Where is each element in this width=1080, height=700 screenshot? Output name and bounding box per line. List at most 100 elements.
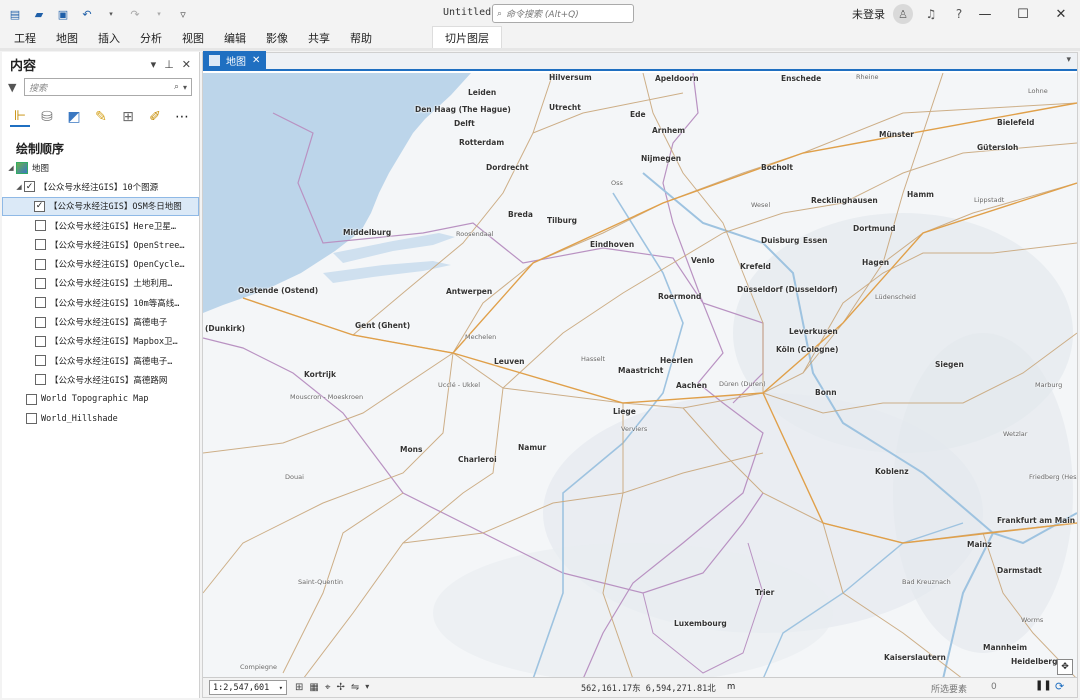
layer-row[interactable]: 【公众号水经注GIS】Here卫星… <box>2 216 199 235</box>
redo-icon[interactable]: ↷ <box>126 5 144 23</box>
chevron-down-icon[interactable]: ▾ <box>365 682 369 693</box>
maximize-icon[interactable]: ☐ <box>1004 0 1042 28</box>
visibility-checkbox[interactable] <box>35 374 46 386</box>
tab-analysis[interactable]: 分析 <box>130 28 172 48</box>
city-label: Bielefeld <box>997 118 1035 127</box>
open-project-icon[interactable]: ▰ <box>30 5 48 23</box>
tab-insert[interactable]: 插入 <box>88 28 130 48</box>
list-by-snapping-icon[interactable]: ⊞ <box>118 107 138 127</box>
refresh-icon[interactable]: ⟳ <box>1055 680 1069 694</box>
pause-drawing-icon[interactable]: ❚❚ <box>1035 680 1052 694</box>
collapse-arrow-icon[interactable]: ◢ <box>6 164 16 172</box>
list-by-drawing-order-icon[interactable]: ⊩ <box>10 107 30 127</box>
notification-bell-icon[interactable]: ♫ <box>921 7 941 21</box>
city-label: Gütersloh <box>977 143 1019 152</box>
collapse-arrow-icon[interactable]: ◢ <box>14 183 24 191</box>
layer-row[interactable]: 【公众号水经注GIS】Mapbox卫… <box>2 332 199 351</box>
visibility-checkbox[interactable] <box>35 316 46 328</box>
map-node[interactable]: ◢ 地图 <box>2 158 199 177</box>
city-label: Gent (Ghent) <box>355 321 411 330</box>
city-label: Heidelberg <box>1011 657 1058 666</box>
layer-row[interactable]: 【公众号水经注GIS】高德电子 <box>2 312 199 331</box>
list-by-editing-icon[interactable]: ✎ <box>91 107 111 127</box>
tab-help[interactable]: 帮助 <box>340 28 382 48</box>
undo-dropdown-icon[interactable]: ▾ <box>102 5 120 23</box>
tab-map[interactable]: 地图 <box>46 28 88 48</box>
sign-in-status[interactable]: 未登录 <box>852 6 885 22</box>
pin-icon[interactable]: ⊥ <box>164 58 174 71</box>
search-dropdown-icon[interactable]: ▾ <box>183 83 187 92</box>
layer-row[interactable]: 【公众号水经注GIS】高德路网 <box>2 370 199 389</box>
visibility-checkbox[interactable]: ✓ <box>34 200 45 212</box>
place-label: Hasselt <box>581 355 605 363</box>
scale-dropdown[interactable]: 1:2,547,601 ▾ <box>209 680 287 695</box>
contents-pane: 内容 ▾ ⊥ ✕ ▼ 搜索 ⌕ ▾ ⊩ ⛁ ◩ ✎ ⊞ ✐ ⋯ 绘制顺序 ◢ 地… <box>2 52 200 698</box>
group-layer-node[interactable]: ◢ ✓ 【公众号水经注GIS】10个图源 <box>2 177 199 196</box>
map-icon <box>16 161 28 174</box>
visibility-checkbox[interactable] <box>35 355 46 367</box>
contents-header: 内容 ▾ ⊥ ✕ <box>2 52 199 76</box>
layer-row[interactable]: 【公众号水经注GIS】土地利用… <box>2 274 199 293</box>
layer-label: 【公众号水经注GIS】OSM冬日地图 <box>49 202 182 213</box>
pane-close-icon[interactable]: ✕ <box>182 58 191 71</box>
basemap-row[interactable]: World Topographic Map <box>2 390 199 409</box>
filter-icon[interactable]: ▼ <box>8 81 24 94</box>
snapping-icon[interactable]: ⌖ <box>325 682 331 693</box>
tab-view[interactable]: 视图 <box>172 28 214 48</box>
visibility-checkbox[interactable] <box>26 413 37 424</box>
visibility-checkbox[interactable] <box>26 393 37 405</box>
visibility-checkbox[interactable] <box>35 258 46 270</box>
pane-options-icon[interactable]: ▾ <box>151 58 157 71</box>
layer-row[interactable]: 【公众号水经注GIS】高德电子… <box>2 351 199 370</box>
constraint-icon[interactable]: ✢ <box>336 682 344 693</box>
coordinate-unit[interactable]: m <box>727 682 735 692</box>
tab-project[interactable]: 工程 <box>0 28 46 48</box>
grid-icon[interactable]: ▦ <box>309 682 318 693</box>
tab-imagery[interactable]: 影像 <box>256 28 298 48</box>
list-by-selection-icon[interactable]: ◩ <box>64 107 84 127</box>
layer-row[interactable]: 【公众号水经注GIS】10m等高线… <box>2 293 199 312</box>
visibility-checkbox[interactable] <box>35 277 46 289</box>
city-label: Middelburg <box>343 228 392 237</box>
map-tab[interactable]: 地图 ✕ <box>203 51 267 69</box>
minimize-icon[interactable]: — <box>966 0 1004 28</box>
visibility-checkbox[interactable]: ✓ <box>24 181 35 193</box>
visibility-checkbox[interactable] <box>35 335 46 347</box>
close-icon[interactable]: ✕ <box>1042 0 1080 28</box>
search-icon[interactable]: ⌕ <box>174 82 179 92</box>
contents-search-input[interactable]: 搜索 ⌕ ▾ <box>24 78 192 96</box>
fixed-zoom-icon[interactable]: ⊞ <box>295 682 303 693</box>
list-by-labeling-icon[interactable]: ✐ <box>145 107 165 127</box>
command-search-input[interactable]: ⌕ 命令搜索 (Alt+Q) <box>492 4 634 23</box>
layer-label: 【公众号水经注GIS】土地利用… <box>50 279 173 290</box>
save-project-icon[interactable]: ▣ <box>54 5 72 23</box>
redo-dropdown-icon[interactable]: ▾ <box>150 5 168 23</box>
undo-icon[interactable]: ↶ <box>78 5 96 23</box>
tab-share[interactable]: 共享 <box>298 28 340 48</box>
visibility-checkbox[interactable] <box>35 239 46 251</box>
tab-list-dropdown-icon[interactable]: ▾ <box>1066 55 1071 65</box>
tab-edit[interactable]: 编辑 <box>214 28 256 48</box>
city-label: Mannheim <box>983 643 1028 652</box>
layer-row[interactable]: 【公众号水经注GIS】OpenStree… <box>2 235 199 254</box>
user-avatar-icon[interactable]: ♙ <box>893 4 913 24</box>
rotation-icon[interactable]: ⇋ <box>351 682 359 693</box>
new-project-icon[interactable]: ▤ <box>6 5 24 23</box>
map-canvas[interactable]: Hilversum Apeldoorn Enschede Leiden Den Haag… <box>203 73 1077 679</box>
layer-label: 【公众号水经注GIS】高德电子… <box>50 356 173 367</box>
search-icon: ⌕ <box>497 8 503 19</box>
layer-row[interactable]: 【公众号水经注GIS】OpenCycle… <box>2 254 199 273</box>
place-label: Worms <box>1021 616 1044 624</box>
city-label: Hilversum <box>549 73 592 82</box>
map-navigator-icon[interactable]: ✥ <box>1057 659 1073 675</box>
visibility-checkbox[interactable] <box>35 297 46 309</box>
customize-toolbar-icon[interactable]: ▿ <box>174 5 192 23</box>
tab-close-icon[interactable]: ✕ <box>252 55 260 66</box>
list-by-data-source-icon[interactable]: ⛁ <box>37 107 57 127</box>
layer-row-osm-winter[interactable]: ✓ 【公众号水经注GIS】OSM冬日地图 <box>2 196 199 216</box>
visibility-checkbox[interactable] <box>35 220 46 232</box>
map-view: 地图 ✕ ▾ Hilversum Apeldoorn Enschede Leid… <box>202 51 1078 698</box>
tab-tile-layer[interactable]: 切片图层 <box>432 26 502 48</box>
more-options-icon[interactable]: ⋯ <box>172 107 192 127</box>
basemap-row[interactable]: World_Hillshade <box>2 409 199 428</box>
